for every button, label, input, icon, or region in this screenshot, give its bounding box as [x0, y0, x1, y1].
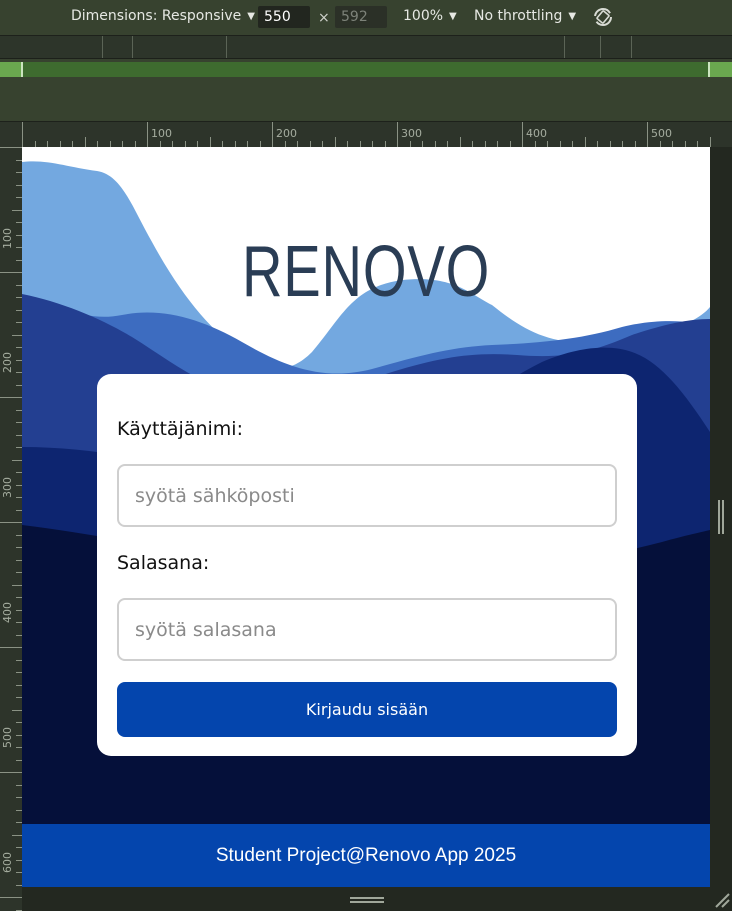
ruler-tick — [84, 137, 86, 147]
password-input[interactable] — [117, 598, 617, 661]
height-input[interactable]: 592 — [335, 6, 387, 28]
breakpoint-marker — [708, 62, 710, 77]
chevron-down-icon: ▼ — [568, 11, 577, 22]
ruler-tick — [12, 834, 22, 836]
breakpoint-divider — [132, 36, 133, 58]
ruler-tick — [0, 897, 22, 898]
ruler-tick — [12, 459, 22, 461]
username-label: Käyttäjänimi: — [117, 418, 243, 440]
chevron-down-icon: ▼ — [449, 11, 457, 22]
breakpoint-divider — [226, 36, 227, 58]
resize-handle-bottom[interactable] — [350, 897, 384, 903]
page-footer: Student Project@Renovo App 2025 — [22, 824, 710, 887]
ruler-label: 500 — [651, 127, 672, 140]
ruler-tick — [647, 122, 648, 147]
ruler-label: 200 — [1, 352, 14, 373]
width-input[interactable]: 550 — [258, 6, 310, 28]
ruler-tick — [0, 272, 22, 273]
login-button[interactable]: Kirjaudu sisään — [117, 682, 617, 737]
ruler-tick — [12, 209, 22, 211]
ruler-label: 500 — [1, 727, 14, 748]
throttling-dropdown[interactable]: No throttling ▼ — [474, 8, 576, 24]
ruler-label: 400 — [1, 602, 14, 623]
vertical-ruler: 100 200 300 400 500 600 — [0, 147, 22, 911]
page-viewport: RENOVO Käyttäjänimi: Salasana: Kirjaudu … — [22, 147, 710, 887]
ruler-tick — [12, 584, 22, 586]
breakpoint-divider — [600, 36, 601, 58]
password-label: Salasana: — [117, 552, 210, 574]
ruler-tick — [397, 122, 398, 147]
ruler-label: 100 — [151, 127, 172, 140]
ruler-tick — [0, 397, 22, 398]
ruler-tick — [209, 137, 211, 147]
zoom-label: 100% — [403, 8, 444, 24]
ruler-label: 300 — [1, 477, 14, 498]
ruler-tick — [0, 522, 22, 523]
ruler-tick — [0, 772, 22, 773]
ruler-tick — [0, 647, 22, 648]
ruler-tick — [522, 122, 523, 147]
renovo-logo: RENOVO — [241, 232, 491, 312]
ruler-label: 400 — [526, 127, 547, 140]
chevron-down-icon: ▼ — [247, 11, 255, 22]
breakpoint-divider — [102, 36, 103, 58]
ruler-tick — [272, 122, 273, 147]
ruler-tick — [22, 122, 23, 147]
ruler-tick — [12, 709, 22, 711]
ruler-tick — [709, 137, 711, 147]
dimensions-dropdown[interactable]: Dimensions: Responsive ▼ — [71, 8, 255, 24]
throttling-label: No throttling — [474, 8, 563, 24]
ruler-tick — [0, 147, 22, 148]
breakpoint-strip-active[interactable] — [22, 62, 710, 77]
device-toolbar: Dimensions: Responsive ▼ 550 × 592 100% ▼ … — [0, 0, 732, 36]
horizontal-ruler: 100 200 300 400 500 — [0, 122, 732, 147]
ruler-tick — [147, 122, 148, 147]
breakpoint-divider — [564, 36, 565, 58]
ruler-tick — [584, 137, 586, 147]
breakpoint-segment[interactable] — [710, 62, 732, 77]
ruler-label: 600 — [1, 852, 14, 873]
ruler-label: 100 — [1, 228, 14, 249]
username-input[interactable] — [117, 464, 617, 527]
rotate-icon[interactable] — [592, 6, 614, 28]
ruler-tick — [12, 334, 22, 336]
media-query-bar — [0, 36, 732, 59]
ruler-tick — [459, 137, 461, 147]
times-label: × — [318, 10, 330, 26]
ruler-label: 300 — [401, 127, 422, 140]
resize-corner-icon[interactable] — [712, 890, 730, 908]
breakpoint-marker — [21, 62, 23, 77]
ruler-tick — [334, 137, 336, 147]
login-card: Käyttäjänimi: Salasana: Kirjaudu sisään — [97, 374, 637, 756]
zoom-dropdown[interactable]: 100% ▼ — [403, 8, 457, 24]
breakpoint-segment[interactable] — [0, 62, 22, 77]
breakpoint-divider — [631, 36, 632, 58]
resize-handle-right[interactable] — [718, 500, 724, 534]
dimensions-label: Dimensions: Responsive — [71, 8, 242, 24]
ruler-label: 200 — [276, 127, 297, 140]
device-preset-bar — [0, 59, 732, 122]
